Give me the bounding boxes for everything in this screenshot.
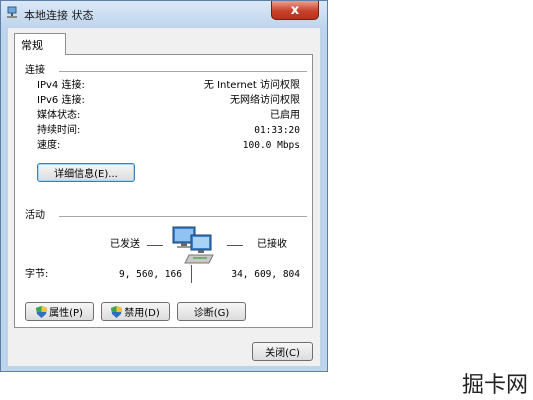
- site-watermark: 掘卡网: [462, 373, 529, 398]
- details-button-label: 详细信息(E)...: [54, 169, 118, 180]
- received-label: 已接收: [257, 239, 287, 250]
- connection-heading: 连接: [25, 65, 45, 76]
- tab-general-label: 常规: [21, 39, 43, 52]
- disable-button-label: 禁用(D): [124, 308, 160, 319]
- diagnose-button[interactable]: 诊断(G): [177, 302, 246, 321]
- activity-divider: [59, 216, 307, 217]
- ipv6-label: IPv6 连接:: [37, 95, 85, 106]
- speed-value: 100.0 Mbps: [242, 140, 300, 151]
- uac-shield-icon: [36, 305, 48, 318]
- duration-value: 01:33:20: [254, 125, 300, 136]
- bytes-label: 字节:: [25, 269, 49, 280]
- dialog-client: 常规 连接 IPv4 连接: 无 Internet 访问权限 IPv6 连接: …: [8, 28, 320, 366]
- details-button[interactable]: 详细信息(E)...: [37, 163, 135, 182]
- network-computers-icon: [172, 226, 214, 264]
- ipv6-value: 无网络访问权限: [230, 95, 300, 106]
- bytes-received-value: 34, 609, 804: [231, 269, 300, 280]
- status-window: 本地连接 状态 x 常规 连接 IPv4 连接: 无 Internet 访问权限…: [0, 0, 328, 372]
- properties-button[interactable]: 属性(P): [25, 302, 94, 321]
- bytes-separator: [191, 265, 192, 283]
- ipv4-value: 无 Internet 访问权限: [203, 80, 300, 91]
- uac-shield-icon: [111, 305, 123, 318]
- close-button[interactable]: 关闭(C): [252, 342, 313, 361]
- bytes-sent-value: 9, 560, 166: [119, 269, 182, 280]
- window-close-button[interactable]: x: [271, 1, 319, 20]
- media-state-label: 媒体状态:: [37, 110, 81, 121]
- diagnose-button-label: 诊断(G): [193, 308, 230, 319]
- duration-label: 持续时间:: [37, 125, 81, 136]
- network-connection-icon: [7, 6, 17, 18]
- tab-general[interactable]: 常规: [14, 33, 66, 55]
- received-line: [227, 245, 243, 246]
- properties-button-label: 属性(P): [49, 308, 83, 319]
- close-icon: x: [290, 2, 300, 18]
- sent-label: 已发送: [110, 239, 140, 250]
- speed-label: 速度:: [37, 140, 61, 151]
- sent-line: [147, 245, 163, 246]
- media-state-value: 已启用: [270, 110, 300, 121]
- general-panel: 连接 IPv4 连接: 无 Internet 访问权限 IPv6 连接: 无网络…: [14, 54, 313, 328]
- window-title: 本地连接 状态: [24, 9, 94, 22]
- connection-divider: [59, 71, 307, 72]
- ipv4-label: IPv4 连接:: [37, 80, 85, 91]
- disable-button[interactable]: 禁用(D): [101, 302, 170, 321]
- title-bar[interactable]: 本地连接 状态 x: [1, 1, 327, 27]
- activity-heading: 活动: [25, 210, 45, 221]
- close-button-label: 关闭(C): [265, 348, 300, 359]
